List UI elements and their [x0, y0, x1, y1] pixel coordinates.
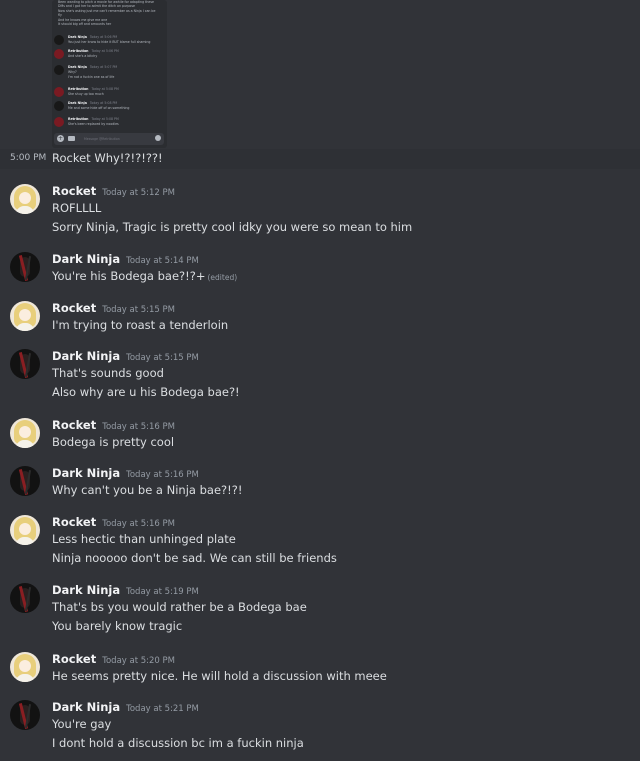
message-timestamp: Today at 5:16 PM	[102, 519, 175, 529]
user-avatar[interactable]	[10, 700, 40, 730]
message-timestamp: Today at 5:12 PM	[102, 188, 175, 198]
message-row-hovered[interactable]: 5:00 PM Rocket Why!?!?!??!	[0, 149, 640, 169]
embed-timestamp: Today at 5:08 PM	[91, 117, 119, 121]
embed-line: Now she's asking just me can't remember …	[58, 8, 156, 13]
user-avatar[interactable]	[10, 583, 40, 613]
embed-timestamp: Today at 5:08 PM	[91, 87, 119, 91]
user-avatar[interactable]	[10, 652, 40, 682]
user-avatar[interactable]	[10, 349, 40, 379]
message-author[interactable]: Rocket Today at 5:12 PM	[52, 184, 175, 198]
message-timestamp: Today at 5:19 PM	[126, 587, 199, 597]
message-text: You're gay	[52, 717, 112, 731]
user-avatar[interactable]	[10, 418, 40, 448]
message-text: Ninja nooooo don't be sad. We can still …	[52, 551, 337, 565]
embed-line: It should big off and amounts her	[58, 22, 112, 27]
embed-message-input: + Message @Retribution	[54, 133, 164, 145]
message-text: Sorry Ninja, Tragic is pretty cool idky …	[52, 220, 413, 234]
embed-input-placeholder: Message @Retribution	[84, 137, 120, 141]
embed-message: Dark Ninja Today at 5:08 PM Me and some hi…	[54, 100, 164, 114]
message-author[interactable]: Rocket Today at 5:16 PM	[52, 515, 175, 529]
embed-timestamp: Today at 5:06 PM	[89, 35, 118, 39]
user-avatar[interactable]	[10, 301, 40, 331]
message-text: You barely know tragic	[52, 619, 183, 633]
embed-avatar	[54, 87, 64, 97]
message-author[interactable]: Dark Ninja Today at 5:16 PM	[52, 466, 199, 480]
embed-message: Retribution Today at 5:06 PM And she's a b…	[54, 48, 164, 62]
message-text: That's sounds good	[52, 366, 164, 380]
user-avatar[interactable]	[10, 515, 40, 545]
embed-avatar	[54, 65, 64, 75]
message-timestamp: 5:00 PM	[10, 153, 47, 163]
embed-avatar	[54, 35, 64, 45]
embed-timestamp: Today at 5:06 PM	[91, 49, 119, 53]
embed-avatar	[54, 101, 64, 111]
message-text: Less hectic than unhinged plate	[52, 532, 236, 546]
message-text: Bodega is pretty cool	[52, 435, 175, 449]
embed-gift-icon	[68, 136, 75, 141]
message-author[interactable]: Rocket Today at 5:20 PM	[52, 652, 175, 666]
embed-username: Retribution Today at 5:06 PM	[68, 49, 119, 53]
message-timestamp: Today at 5:15 PM	[102, 305, 175, 315]
message-text: That's bs you would rather be a Bodega b…	[52, 600, 307, 614]
message-text: You're his Bodega bae?!?+ (edited)	[52, 269, 238, 283]
message-timestamp: Today at 5:16 PM	[102, 422, 175, 432]
message-text: ROFLLLL	[52, 201, 102, 215]
message-author[interactable]: Dark Ninja Today at 5:15 PM	[52, 349, 199, 363]
user-avatar[interactable]	[10, 466, 40, 496]
message-timestamp: Today at 5:21 PM	[126, 704, 199, 714]
message-timestamp: Today at 5:14 PM	[126, 256, 199, 266]
user-avatar[interactable]	[10, 184, 40, 214]
message-text: Why can't you be a Ninja bae?!?!	[52, 483, 243, 497]
message-author[interactable]: Rocket Today at 5:15 PM	[52, 301, 175, 315]
message-text: I dont hold a discussion bc im a fuckin …	[52, 736, 304, 750]
embed-message-text: She shuy up too much	[68, 92, 104, 96]
embed-username: Dark Ninja Today at 5:07 PM	[68, 65, 118, 69]
embed-username: Retribution Today at 5:08 PM	[68, 87, 119, 91]
message-author[interactable]: Dark Ninja Today at 5:19 PM	[52, 583, 199, 597]
embed-message-text: You just her know to hide it BUT blame f…	[68, 40, 151, 44]
message-text: I'm trying to roast a tenderloin	[52, 318, 229, 332]
edited-label: (edited)	[207, 273, 238, 282]
embed-message: Dark Ninja Today at 5:06 PM You just her k…	[54, 34, 164, 48]
embed-text-block: Been wanting to pitch a movie for awhile…	[58, 0, 163, 26]
message-author[interactable]: Dark Ninja Today at 5:21 PM	[52, 700, 199, 714]
embed-message: Dark Ninja Today at 5:07 PM Why? I'm not a …	[54, 64, 164, 79]
message-text: Also why are u his Bodega bae?!	[52, 385, 240, 399]
embed-username: Dark Ninja Today at 5:06 PM	[68, 35, 118, 39]
message-timestamp: Today at 5:15 PM	[126, 353, 199, 363]
message-text: Rocket Why!?!?!??!	[52, 151, 163, 165]
embed-message-text: Me and some hide off of on something	[68, 106, 130, 110]
embed-username: Retribution Today at 5:08 PM	[68, 117, 119, 121]
embed-emoji-icon	[155, 135, 161, 141]
embed-message-text: I'm not a fuckin one as of life	[68, 75, 115, 79]
embed-timestamp: Today at 5:08 PM	[89, 101, 118, 105]
user-avatar[interactable]	[10, 252, 40, 282]
embed-message: Retribution Today at 5:08 PM She's been re…	[54, 116, 164, 130]
message-timestamp: Today at 5:16 PM	[126, 470, 199, 480]
message-author[interactable]: Rocket Today at 5:16 PM	[52, 418, 175, 432]
embed-timestamp: Today at 5:07 PM	[89, 65, 118, 69]
embed-message-text: And she's a bitchy	[68, 54, 98, 58]
embed-message: Retribution Today at 5:08 PM She shuy up t…	[54, 86, 164, 100]
attached-screenshot[interactable]: Been wanting to pitch a movie for awhile…	[52, 0, 167, 148]
embed-avatar	[54, 117, 64, 127]
embed-avatar	[54, 49, 64, 59]
message-timestamp: Today at 5:20 PM	[102, 656, 175, 666]
embed-message-text: Why?	[68, 70, 77, 74]
embed-plus-icon: +	[57, 135, 64, 142]
message-text: He seems pretty nice. He will hold a dis…	[52, 669, 387, 683]
message-author[interactable]: Dark Ninja Today at 5:14 PM	[52, 252, 199, 266]
embed-message-text: She's been replaced by noodles	[68, 122, 119, 126]
embed-username: Dark Ninja Today at 5:08 PM	[68, 101, 118, 105]
